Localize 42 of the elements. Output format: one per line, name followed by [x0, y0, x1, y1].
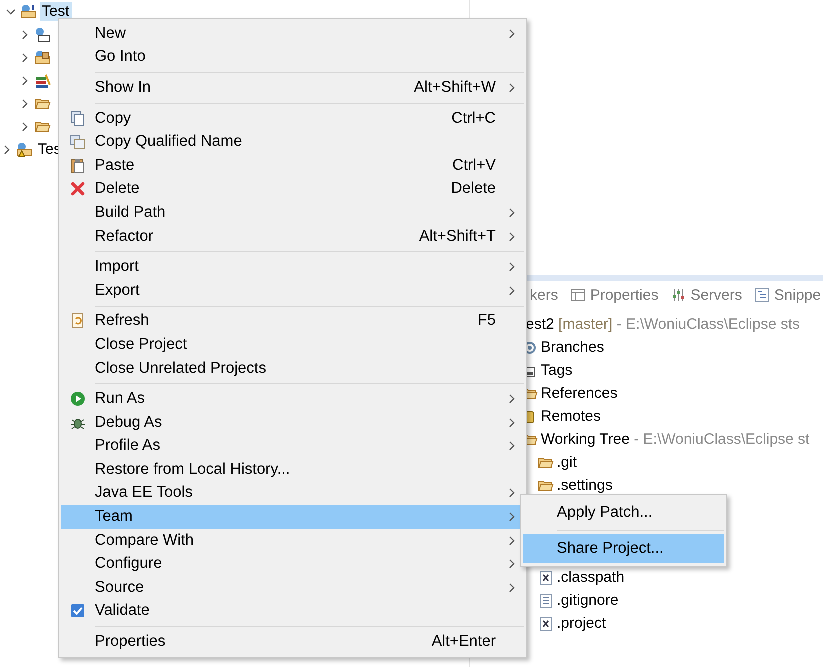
menu-item[interactable]: Show In Alt+Shift+W [61, 76, 524, 100]
menu-item[interactable]: Run As [61, 387, 524, 411]
repository-label[interactable]: est2 [master] - E:\WoniuClass\Eclipse sts [526, 316, 800, 333]
menu-item[interactable]: Share Project... [523, 534, 724, 563]
view-tab[interactable]: Properties [570, 286, 659, 304]
menu-item[interactable]: Restore from Local History... [61, 458, 524, 482]
menu-item[interactable]: Source [61, 576, 524, 600]
menu-item[interactable]: Copy Ctrl+C [61, 106, 524, 130]
view-tab[interactable]: Snippe [754, 286, 822, 304]
tree-item[interactable]: Remotes [541, 408, 602, 425]
menu-item[interactable]: Close Unrelated Projects [61, 356, 524, 380]
menu-item[interactable]: Paste Ctrl+V [61, 154, 524, 178]
tree-item[interactable]: .git [557, 454, 578, 471]
view-tab[interactable]: Servers [670, 286, 742, 304]
tree-item[interactable]: Test [40, 2, 72, 21]
menu-item[interactable]: Profile As [61, 434, 524, 458]
menu-item[interactable]: Export [61, 278, 524, 303]
menu-item[interactable]: Compare With [61, 528, 524, 552]
menu-item[interactable]: Java EE Tools [61, 482, 524, 506]
tree-item[interactable]: Working Tree - E:\WoniuClass\Eclipse st [541, 431, 810, 448]
tree-item[interactable]: .settings [557, 477, 613, 494]
menu-item[interactable]: New [61, 22, 524, 46]
menu-item[interactable]: Go Into [61, 46, 524, 70]
menu-item[interactable]: Configure [61, 552, 524, 576]
menu-item[interactable]: Debug As [61, 410, 524, 434]
tree-item[interactable]: References [541, 385, 618, 402]
menu-item[interactable]: Copy Qualified Name [61, 130, 524, 154]
menu-item[interactable]: Apply Patch... [523, 498, 724, 527]
menu-item[interactable]: Validate [61, 600, 524, 624]
view-tab[interactable]: kers [530, 286, 558, 304]
menu-item[interactable]: Refactor Alt+Shift+T [61, 224, 524, 248]
menu-item[interactable]: Properties Alt+Enter [61, 630, 524, 654]
tree-item[interactable]: .classpath [557, 569, 625, 586]
menu-item[interactable]: Close Project [61, 333, 524, 357]
menu-item[interactable]: Refresh F5 [61, 310, 524, 334]
tree-item[interactable]: Tags [541, 362, 573, 379]
tree-item[interactable]: .gitignore [557, 592, 619, 609]
tree-item[interactable]: .project [557, 615, 606, 632]
menu-item[interactable]: Delete Delete [61, 178, 524, 202]
menu-item[interactable]: Import [61, 255, 524, 279]
tree-item[interactable]: Branches [541, 339, 604, 356]
menu-item[interactable]: Build Path [61, 201, 524, 225]
